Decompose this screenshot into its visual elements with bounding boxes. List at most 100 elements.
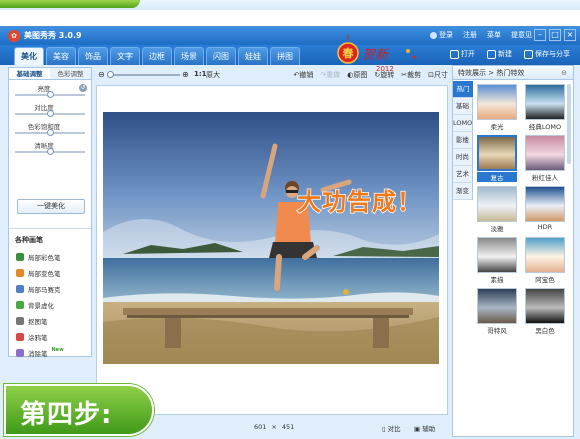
effect-thumbnail[interactable]: 素描 — [477, 237, 517, 285]
maximize-button[interactable]: □ — [549, 29, 561, 41]
brush-item[interactable]: 涂鸦笔 — [9, 329, 91, 345]
register-link[interactable]: 注册 — [463, 30, 477, 40]
effect-thumbnail[interactable]: 复古 — [477, 135, 517, 183]
effect-label: HDR — [537, 223, 553, 231]
tool-action-label: 旋转 — [380, 71, 395, 79]
effect-thumbnail[interactable]: 淡雅 — [477, 186, 517, 234]
effect-thumbnail[interactable]: 经典LOMO — [525, 84, 565, 132]
brush-item[interactable]: 局部马赛克 — [9, 281, 91, 297]
effect-category[interactable]: 影楼 — [453, 132, 473, 149]
brush-item[interactable]: 局部变色笔 — [9, 265, 91, 281]
effects-scrollbar[interactable] — [567, 84, 571, 164]
tool-action-button[interactable]: ⊡尺寸 — [428, 70, 448, 80]
brush-item[interactable]: 背景虚化 — [9, 297, 91, 313]
tab-color-adjust[interactable]: 色彩调整 — [50, 68, 91, 79]
effect-category[interactable]: 时尚 — [453, 149, 473, 166]
original-size-button[interactable]: 原大 — [206, 70, 220, 80]
compare-button[interactable]: ▯ 对比 — [382, 423, 401, 433]
tool-action-button[interactable]: ↷重做 — [320, 70, 340, 80]
zoom-out-icon[interactable]: ⊖ — [98, 70, 105, 79]
app-window: ✿ 美图秀秀 3.0.9 登录 注册 菜单 提意见 – □ × 美化 美容 饰品 文字… — [0, 26, 580, 439]
effect-thumbnail[interactable]: 粉红佳人 — [525, 135, 565, 183]
step-badge: 第四步: — [4, 384, 154, 436]
tool-action-label: 尺寸 — [434, 71, 448, 79]
brush-icon — [16, 269, 24, 277]
zoom-in-icon[interactable]: ⊕ — [182, 70, 189, 79]
effect-label: 素描 — [490, 276, 504, 284]
slider-row: 清晰度 — [9, 139, 91, 158]
tab-basic-adjust[interactable]: 基础调整 — [9, 68, 50, 79]
close-button[interactable]: × — [564, 29, 576, 41]
tab-5[interactable]: 场景 — [174, 47, 204, 65]
slider-knob[interactable] — [46, 91, 54, 98]
outer-green-tab — [0, 0, 140, 8]
effect-label: 哥特风 — [487, 327, 507, 335]
main-tab-bar: 美化 美容 饰品 文字 边框 场景 闪图 娃娃 拼图 打开 新建 保存与分享 — [0, 45, 580, 65]
tab-7[interactable]: 娃娃 — [238, 47, 268, 65]
assist-button[interactable]: ▣ 辅助 — [414, 423, 435, 433]
slider-label: 亮度 — [37, 85, 51, 93]
tab-6[interactable]: 闪图 — [206, 47, 236, 65]
dimension-separator: × — [271, 423, 277, 431]
save-share-button[interactable]: 保存与分享 — [524, 49, 570, 59]
brush-icon — [16, 349, 24, 357]
slider-knob[interactable] — [46, 129, 54, 136]
tab-0[interactable]: 美化 — [14, 47, 44, 65]
new-button[interactable]: 新建 — [487, 49, 512, 59]
brush-item[interactable]: 消除笔 New — [9, 345, 91, 361]
tab-1[interactable]: 美容 — [46, 47, 76, 65]
overlay-text: 大功告成！ — [296, 187, 422, 217]
effect-thumbnail[interactable]: 黑白色 — [525, 288, 565, 336]
tab-8[interactable]: 拼图 — [270, 47, 300, 65]
svg-text:贺新: 贺新 — [362, 48, 390, 63]
user-icon — [430, 31, 437, 39]
beach-jump-photo — [103, 112, 439, 364]
tool-action-label: 撤销 — [299, 71, 314, 79]
brush-item[interactable]: 局部彩色笔 — [9, 249, 91, 265]
tool-action-button[interactable]: ↻旋转 — [374, 70, 394, 80]
effect-label: 粉红佳人 — [532, 174, 558, 182]
adjustment-panel: 基础调整 色彩调整 ↺ 亮度 对比度 色彩饱和度 清晰度 一键美化 各种画笔 局部彩色… — [8, 67, 92, 358]
tool-action-label: 原图 — [353, 71, 368, 79]
slider-label: 对比度 — [34, 104, 54, 112]
tool-action-label: 重做 — [326, 71, 341, 79]
actual-size-ratio[interactable]: 1:1 — [194, 70, 207, 78]
effect-thumbnail[interactable]: 阿宝色 — [525, 237, 565, 285]
tool-action-button[interactable]: ✂裁剪 — [401, 70, 421, 80]
effect-thumbnail[interactable]: HDR — [525, 186, 565, 234]
zoom-slider[interactable] — [110, 74, 180, 76]
brush-label: 涂鸦笔 — [28, 334, 48, 342]
canvas-area[interactable]: 大功告成！ — [96, 85, 448, 415]
window-controls: – □ × — [534, 29, 576, 41]
effect-category[interactable]: 基础 — [453, 98, 473, 115]
menu-link[interactable]: 菜单 — [487, 30, 501, 40]
tab-3[interactable]: 文字 — [110, 47, 140, 65]
effect-category[interactable]: 艺术 — [453, 166, 473, 183]
edit-toolbar: ⊖ ⊕ 1:1 原大 ↶撤销 ↷重做 ◐原图 ↻旋转 ✂裁剪 ⊡尺寸 — [96, 67, 448, 83]
brush-section: 各种画笔 局部彩色笔 局部变色笔 局部马赛克 背景虚化 抠图笔 涂鸦笔 消除笔 New — [9, 228, 91, 361]
brush-label: 抠图笔 — [28, 318, 48, 326]
effects-panel-header: 特效展示 > 热门特效 ⊖ — [453, 66, 573, 80]
login-link[interactable]: 登录 — [430, 30, 453, 40]
tab-4[interactable]: 边框 — [142, 47, 172, 65]
minimize-button[interactable]: – — [534, 29, 546, 41]
effect-thumbnail[interactable]: 柔光 — [477, 84, 517, 132]
open-button[interactable]: 打开 — [450, 49, 475, 59]
feedback-link[interactable]: 提意见 — [511, 30, 532, 40]
zoom-slider-knob[interactable] — [106, 71, 114, 78]
tab-2[interactable]: 饰品 — [78, 47, 108, 65]
edited-photo[interactable] — [103, 112, 439, 364]
effect-category[interactable]: 渐变 — [453, 183, 473, 200]
effect-thumbnail[interactable]: 哥特风 — [477, 288, 517, 336]
tool-action-button[interactable]: ◐原图 — [347, 70, 367, 80]
slider-knob[interactable] — [46, 110, 54, 117]
one-click-beautify-button[interactable]: 一键美化 — [17, 199, 85, 214]
collapse-icon[interactable]: ⊖ — [561, 66, 567, 80]
slider-knob[interactable] — [46, 148, 54, 155]
effect-category[interactable]: LOMO — [453, 115, 473, 132]
tool-action-button[interactable]: ↶撤销 — [294, 70, 314, 80]
image-width: 601 — [254, 423, 267, 431]
effect-category[interactable]: 热门 — [453, 81, 473, 98]
brush-item[interactable]: 抠图笔 — [9, 313, 91, 329]
slider-list: 亮度 对比度 色彩饱和度 清晰度 — [9, 82, 91, 158]
